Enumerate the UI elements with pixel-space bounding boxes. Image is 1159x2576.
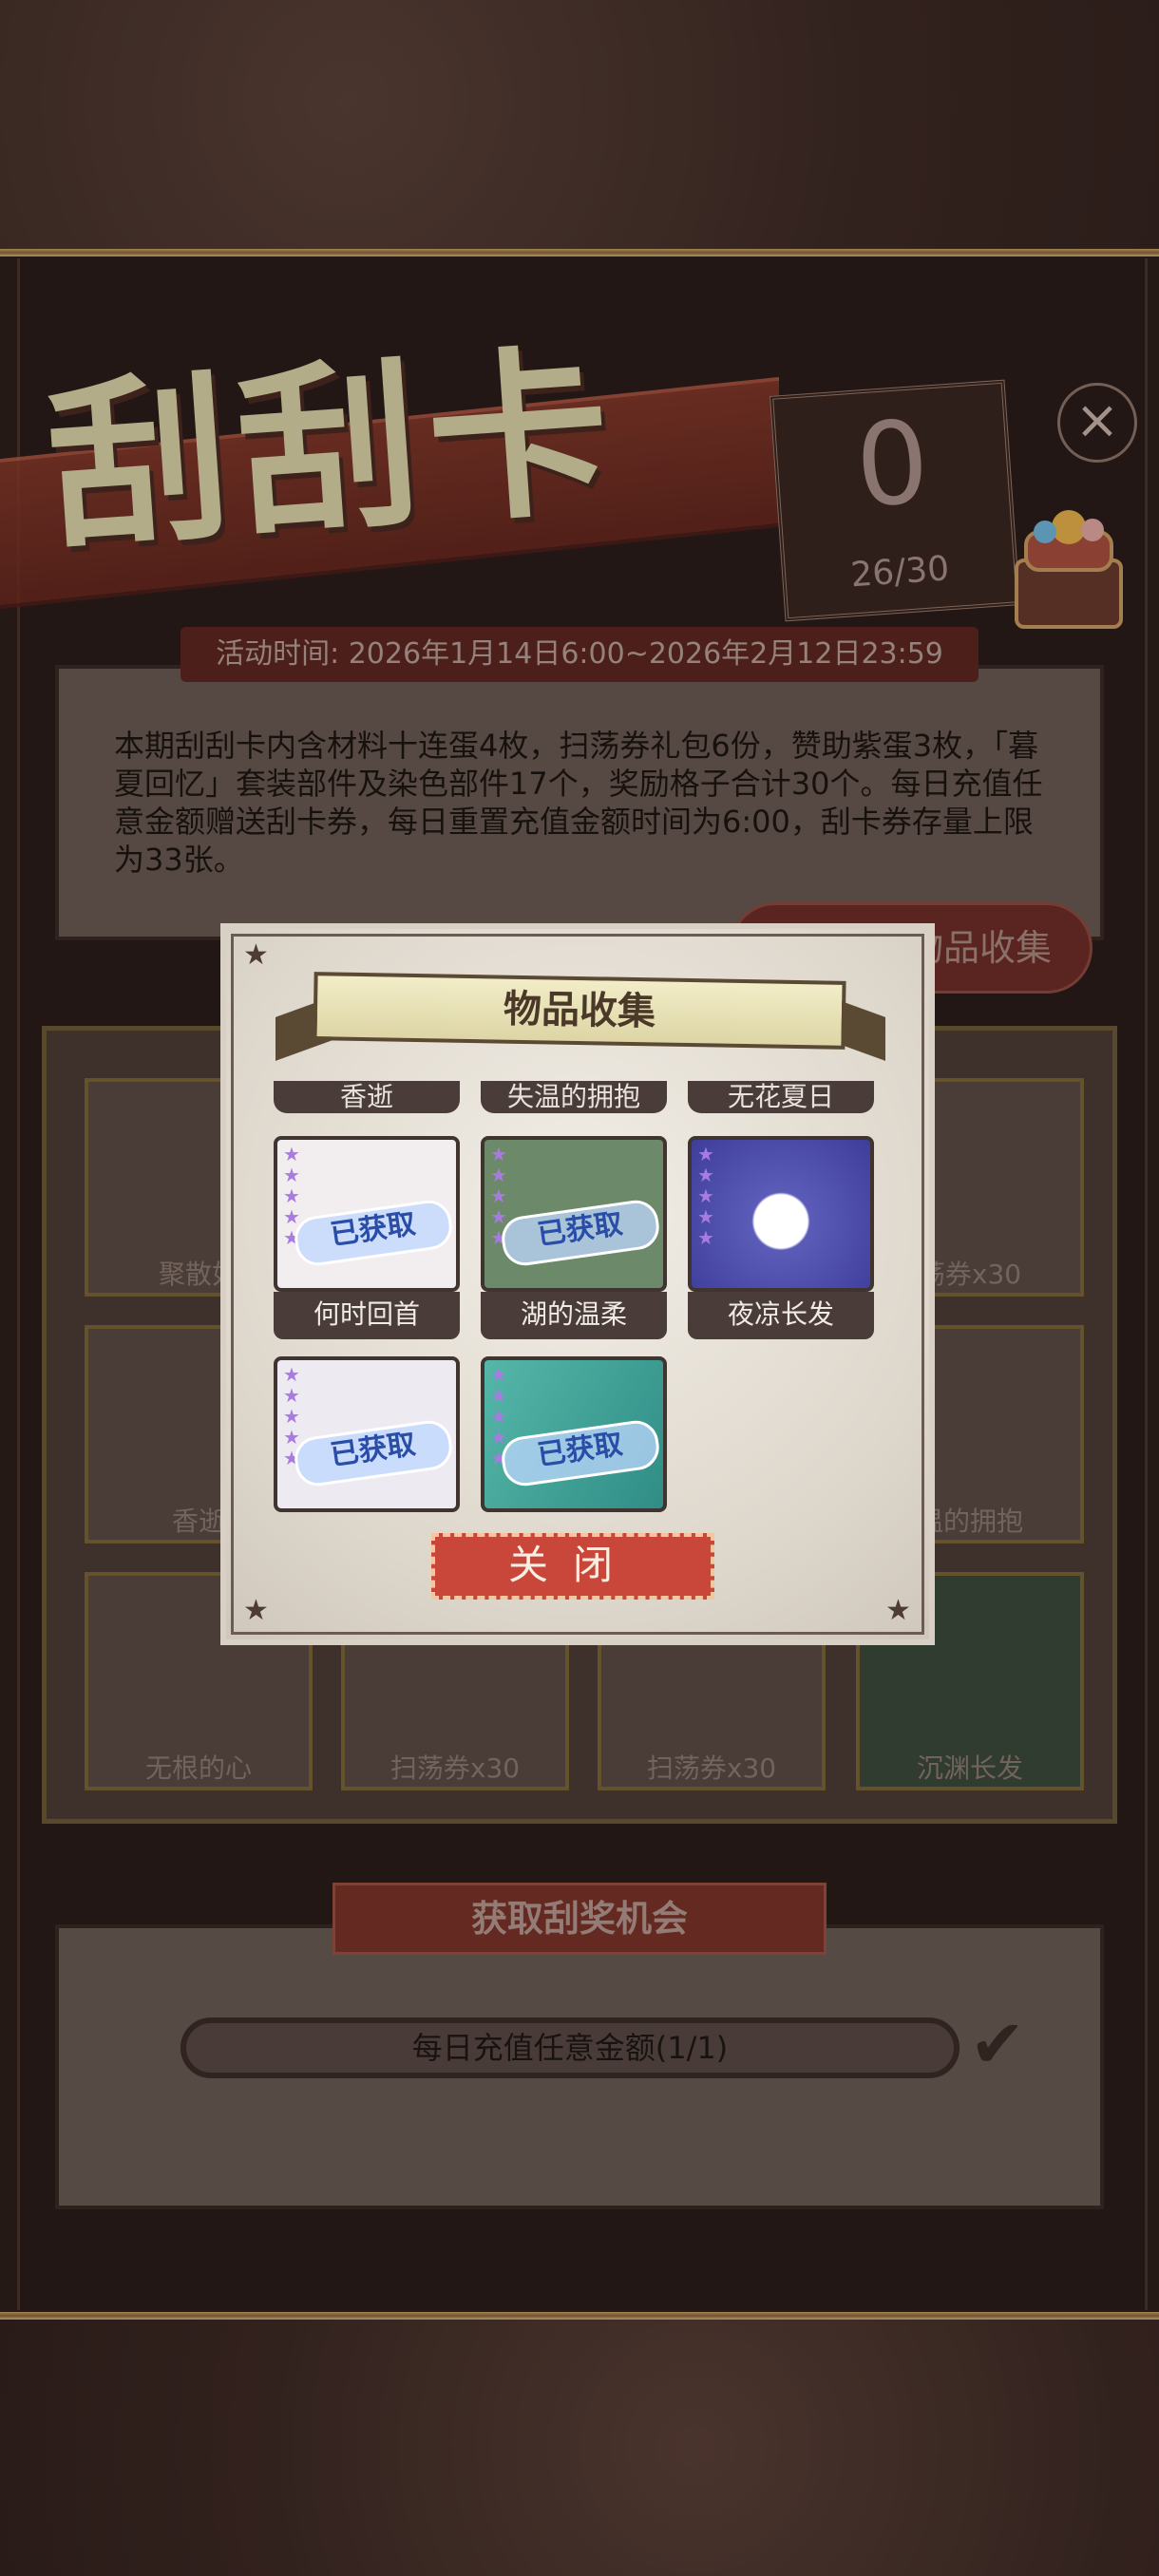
collection-item[interactable]: ★ ★ ★ ★ ★ 已获取 何时回首: [274, 1136, 460, 1341]
item-name-tab: 香逝: [274, 1081, 460, 1113]
item-image: ★ ★ ★ ★ ★ 已获取: [274, 1136, 460, 1292]
item-name: 夜凉长发: [688, 1292, 874, 1339]
item-name: 湖的温柔: [481, 1292, 667, 1339]
modal-title: 物品收集: [503, 986, 656, 1034]
collection-item[interactable]: ★ ★ ★ ★ ★ 已获取: [481, 1356, 667, 1562]
star-icon: ★: [243, 1594, 269, 1627]
collection-item[interactable]: ★ ★ ★ ★ ★ 已获取: [274, 1356, 460, 1562]
obtained-badge: 已获取: [499, 1417, 662, 1489]
item-image: ★ ★ ★ ★ ★ 已获取: [481, 1136, 667, 1292]
star-icon: ★: [885, 1594, 911, 1627]
collection-item[interactable]: ★ ★ ★ ★ ★ 夜凉长发: [688, 1136, 874, 1341]
item-image: ★ ★ ★ ★ ★ 已获取: [481, 1356, 667, 1512]
collection-item[interactable]: ★ ★ ★ ★ ★ 已获取 湖的温柔: [481, 1136, 667, 1341]
star-icon: ★: [243, 938, 269, 972]
rarity-stars: ★ ★ ★ ★ ★: [697, 1143, 714, 1249]
item-image: ★ ★ ★ ★ ★: [688, 1136, 874, 1292]
modal-close-button[interactable]: 关闭: [431, 1533, 714, 1600]
item-name: 何时回首: [274, 1292, 460, 1339]
item-name-tab: 无花夏日: [688, 1081, 874, 1113]
item-image: ★ ★ ★ ★ ★ 已获取: [274, 1356, 460, 1512]
obtained-badge: 已获取: [499, 1197, 662, 1269]
obtained-badge: 已获取: [292, 1197, 455, 1269]
obtained-badge: 已获取: [292, 1417, 455, 1489]
item-name-tab: 失温的拥抱: [481, 1081, 667, 1113]
